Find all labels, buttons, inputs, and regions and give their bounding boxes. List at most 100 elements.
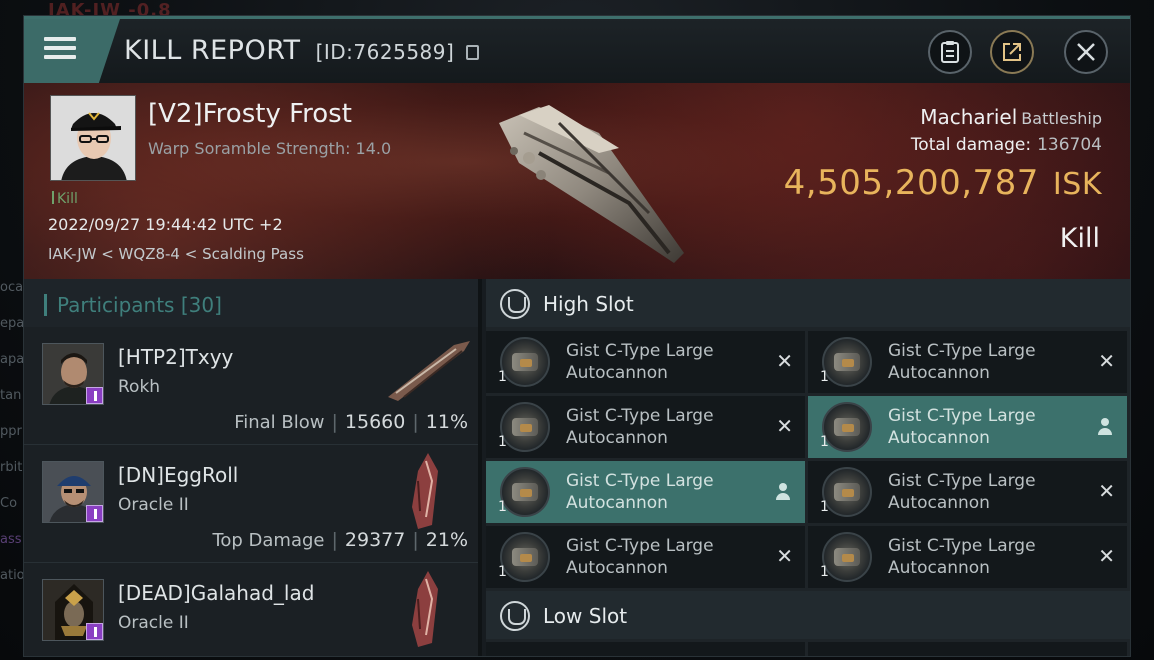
module-quantity: 1 — [498, 499, 507, 515]
destroyed-icon: ✕ — [776, 349, 793, 373]
destroyed-icon: ✕ — [1098, 544, 1115, 568]
total-damage-label: Total damage: — [910, 135, 1032, 155]
autocannon-icon — [822, 532, 872, 582]
module-quantity: 1 — [498, 434, 507, 450]
background-fragment: tan — [0, 388, 22, 403]
background-fragment: ass — [0, 532, 22, 547]
victim-name[interactable]: [V2]Frosty Frost — [148, 99, 352, 129]
module-quantity: 1 — [820, 369, 829, 385]
copy-id-icon[interactable] — [466, 45, 480, 60]
autocannon-icon — [500, 402, 550, 452]
participants-panel: Participants [30] [HTP2]Txyy Rokh Final … — [24, 279, 482, 656]
module-quantity: 1 — [498, 369, 507, 385]
kill-location[interactable]: IAK-JW < WQZ8-4 < Scalding Pass — [48, 245, 304, 263]
background-fragment: oca — [0, 280, 24, 295]
rank-badge-icon — [86, 623, 103, 640]
destroyed-icon: ✕ — [1098, 479, 1115, 503]
participant-ship: Oracle II — [118, 613, 189, 633]
victim-avatar — [51, 96, 135, 180]
close-icon — [1077, 43, 1095, 61]
participant-ship: Oracle II — [118, 495, 189, 515]
module-name: Gist C-Type Large Autocannon — [566, 406, 714, 448]
menu-button[interactable] — [24, 19, 120, 83]
module-quantity: 1 — [820, 564, 829, 580]
module-item[interactable]: 1 Gist C-Type Large Autocannon — [486, 461, 805, 523]
participant-ship: Rokh — [118, 377, 161, 397]
participant-row[interactable]: [HTP2]Txyy Rokh Final Blow | 15660 | 11% — [24, 327, 478, 445]
autocannon-icon — [822, 467, 872, 517]
module-item[interactable]: 1 Gist C-Type Large Autocannon ✕ — [808, 331, 1127, 393]
title-bar: KILL REPORT [ID:7625589] — [24, 19, 1130, 83]
isk-amount: 4,505,200,787 — [783, 163, 1039, 203]
module-name: Gist C-Type Large Autocannon — [566, 341, 714, 383]
participant-row[interactable]: [DEAD]Galahad_lad Oracle II — [24, 563, 478, 656]
participant-name: [HTP2]Txyy — [118, 345, 234, 369]
background-fragment: atio — [0, 568, 24, 583]
destroyed-icon: ✕ — [776, 414, 793, 438]
autocannon-icon — [822, 337, 872, 387]
participant-avatar[interactable] — [42, 579, 104, 641]
window-title-text: KILL REPORT — [124, 35, 301, 66]
module-item[interactable]: 1 Gist C-Type Large Autocannon — [808, 396, 1127, 458]
low-slot-icon — [500, 601, 530, 631]
module-item[interactable]: 1 Gist C-Type Large Autocannon ✕ — [486, 331, 805, 393]
high-slot-header: High Slot — [486, 279, 1130, 327]
module-item[interactable]: 1 Gist C-Type Large Autocannon ✕ — [486, 526, 805, 588]
participant-ship-image — [412, 571, 438, 647]
rank-badge-icon — [86, 505, 103, 522]
module-quantity: 1 — [498, 564, 507, 580]
background-fragment: Co — [0, 496, 18, 511]
low-slot-label: Low Slot — [543, 604, 628, 628]
background-fragment: ppr — [0, 424, 22, 439]
participant-avatar[interactable] — [42, 461, 104, 523]
autocannon-icon — [822, 402, 872, 452]
module-item[interactable]: 1 Gist C-Type Large Autocannon ✕ — [486, 396, 805, 458]
participant-damage: 29377 — [344, 529, 406, 551]
share-button[interactable] — [990, 30, 1034, 74]
background-fragment: rbit — [0, 460, 23, 475]
module-name: Gist C-Type Large Autocannon — [888, 536, 1036, 578]
share-icon — [1003, 43, 1021, 61]
result-label: Kill — [1059, 223, 1100, 254]
victim-ship[interactable]: Machariel Battleship — [920, 105, 1102, 129]
victim-header: [V2]Frosty Frost Warp Soramble Strength:… — [24, 83, 1130, 279]
total-damage: Total damage: 136704 — [911, 135, 1102, 155]
low-slot-header: Low Slot — [486, 591, 1130, 639]
module-item[interactable]: 1 Gist C-Type Large Autocannon ✕ — [808, 461, 1127, 523]
kill-tag-text: Kill — [57, 191, 78, 207]
autocannon-icon — [500, 337, 550, 387]
clipboard-icon — [941, 41, 959, 63]
close-button[interactable] — [1064, 30, 1108, 74]
victim-portrait[interactable] — [50, 95, 136, 181]
module-item[interactable]: 1 Gist C-Type Large Autocannon ✕ — [808, 526, 1127, 588]
report-id: [ID:7625589] — [315, 40, 455, 64]
participants-label: Participants — [57, 293, 175, 317]
background-side-panel: oca epa apa tan ppr rbit Co ass atio — [0, 270, 24, 650]
isk-unit: ISK — [1052, 167, 1102, 202]
participant-percent: 21% — [425, 529, 468, 551]
participants-count: [30] — [180, 293, 222, 317]
participant-avatar[interactable] — [42, 343, 104, 405]
clipboard-button[interactable] — [928, 30, 972, 74]
module-name: Gist C-Type Large Autocannon — [566, 536, 714, 578]
background-fragment: epa — [0, 316, 24, 331]
window-title: KILL REPORT [ID:7625589] — [124, 35, 480, 66]
module-name: Gist C-Type Large Autocannon — [888, 406, 1036, 448]
kill-datetime: 2022/09/27 19:44:42 UTC +2 — [48, 215, 283, 234]
autocannon-icon — [500, 467, 550, 517]
isk-value: 4,505,200,787 ISK — [784, 163, 1102, 203]
dropped-person-icon — [1097, 418, 1113, 436]
high-slot-icon — [500, 289, 530, 319]
destroyed-icon: ✕ — [1098, 349, 1115, 373]
participant-row[interactable]: [DN]EggRoll Oracle II Top Damage | 29377 | 2… — [24, 445, 478, 563]
fitting-panel: High Slot 1 Gist C-Type Large Autocannon … — [486, 279, 1130, 656]
ship-name: Machariel — [920, 105, 1018, 129]
destroyed-icon: ✕ — [776, 544, 793, 568]
module-quantity: 1 — [820, 499, 829, 515]
game-screen: IAK-JW -0.8 oca epa apa tan ppr rbit Co … — [0, 0, 1154, 660]
rank-badge-icon — [86, 387, 103, 404]
participant-name: [DN]EggRoll — [118, 463, 239, 487]
module-name: Gist C-Type Large Autocannon — [888, 341, 1036, 383]
low-slot-item-partial[interactable] — [486, 642, 805, 656]
low-slot-item-partial[interactable] — [808, 642, 1127, 656]
